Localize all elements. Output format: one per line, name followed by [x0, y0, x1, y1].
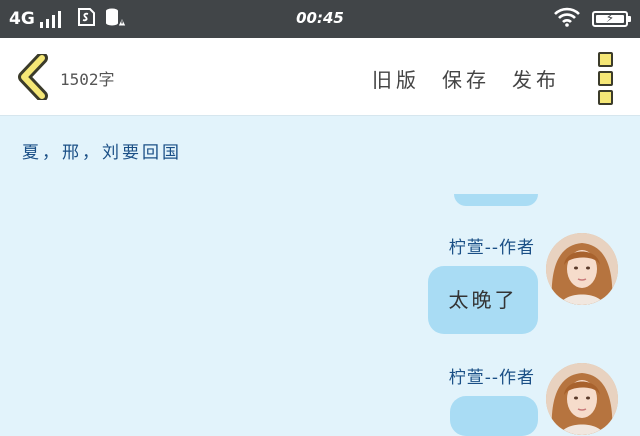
more-vertical-icon — [598, 52, 614, 105]
avatar[interactable] — [546, 233, 618, 305]
toolbar-actions: 旧版 保存 发布 — [350, 64, 560, 93]
battery-charging-icon: ⚡ — [592, 11, 631, 27]
more-options-button[interactable] — [598, 52, 614, 105]
message-text: 太晚了 — [448, 288, 518, 312]
word-count: 1502字 — [60, 70, 115, 89]
editor-toolbar: 1502字 旧版 保存 发布 — [0, 38, 640, 116]
chapter-title: 夏，邢，刘要回国 — [22, 143, 182, 163]
chat-message: 柠萱--作者 太晚了 — [18, 228, 618, 338]
chat-message: 柠萱--作者 — [18, 358, 618, 436]
status-right: ⚡ — [554, 6, 631, 32]
message-bubble[interactable]: 太晚了 — [428, 266, 538, 334]
wifi-icon — [554, 7, 580, 31]
status-time: 00:45 — [296, 9, 344, 27]
save-button[interactable]: 保存 — [442, 64, 490, 93]
message-author: 柠萱--作者 — [448, 368, 535, 388]
previous-message-bubble[interactable] — [454, 194, 538, 206]
old-version-button[interactable]: 旧版 — [372, 64, 420, 93]
message-bubble[interactable] — [450, 396, 538, 436]
message-author: 柠萱--作者 — [448, 238, 535, 258]
avatar[interactable] — [546, 363, 618, 435]
publish-button[interactable]: 发布 — [512, 64, 560, 93]
chevron-left-icon — [18, 52, 48, 102]
status-bar: 4G 00:45 ⚡ — [0, 0, 640, 38]
back-button[interactable] — [16, 52, 52, 102]
